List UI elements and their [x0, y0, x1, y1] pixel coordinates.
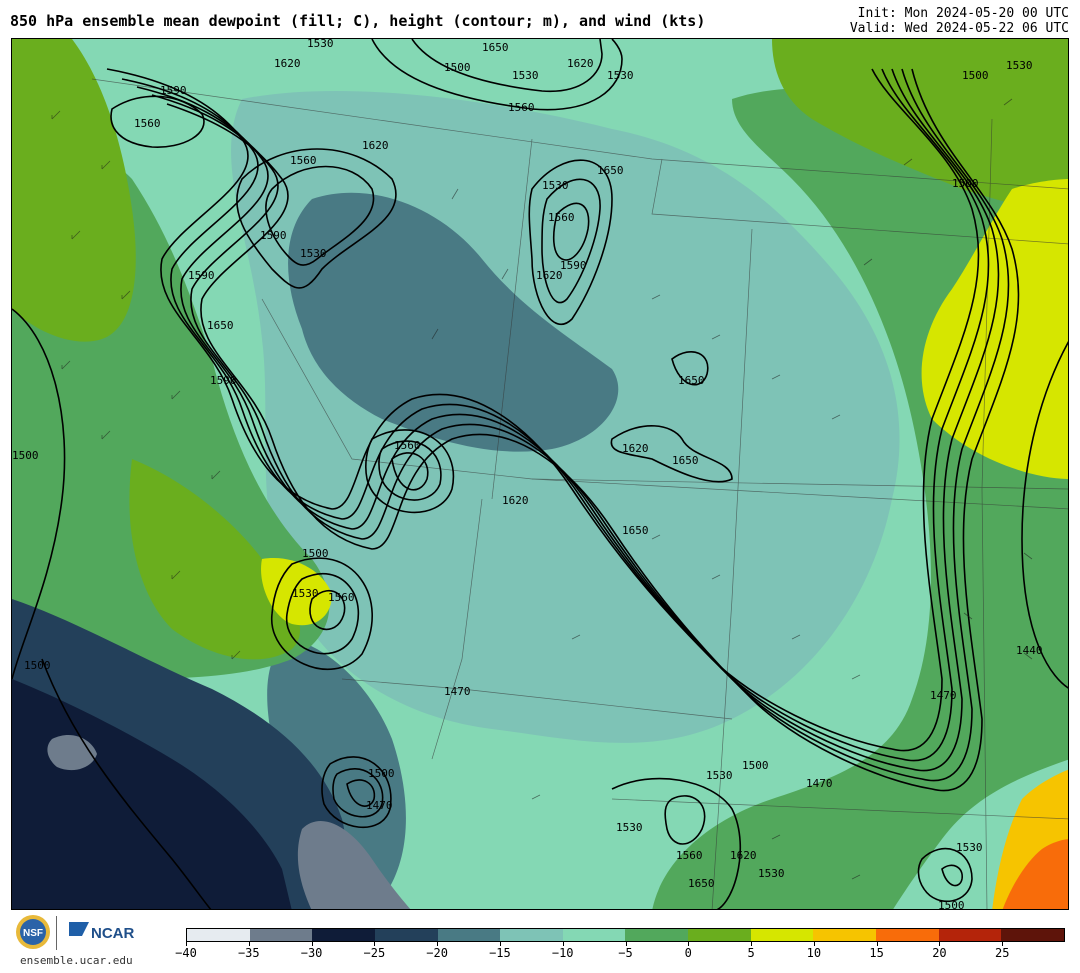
colorbar-segment: [374, 929, 438, 941]
colorbar-tick-label: 25: [994, 946, 1010, 960]
contour-label: 1560: [134, 117, 161, 130]
ncar-text: NCAR: [91, 925, 134, 942]
valid-time: Valid: Wed 2024-05-22 06 UTC: [849, 21, 1069, 36]
contour-label: 1440: [1016, 644, 1043, 657]
contour-label: 1620: [502, 494, 529, 507]
contour-label: 1470: [444, 685, 471, 698]
contour-label: 1500: [962, 69, 989, 82]
contour-label: 1500: [24, 659, 51, 672]
contour-label: 1500: [302, 547, 329, 560]
colorbar-segment: [312, 929, 375, 941]
contour-label: 1650: [678, 374, 705, 387]
colorbar-tick-label: 20: [932, 946, 947, 960]
contour-label: 1470: [366, 799, 393, 812]
colorbar-tick-label: −10: [551, 946, 574, 960]
contour-label: 1470: [930, 689, 957, 702]
contour-label: 1500: [12, 449, 39, 462]
colorbar-segment: [1001, 929, 1064, 941]
colorbar-tick-label: 15: [869, 946, 884, 960]
contour-label: 1620: [274, 57, 301, 70]
contour-label: 1560: [508, 101, 535, 114]
contour-label: 1650: [207, 319, 234, 332]
colorbar-tick-label: −25: [363, 946, 386, 960]
contour-label: 1560: [328, 591, 355, 604]
contour-label: 1620: [622, 442, 649, 455]
contour-label: 1530: [607, 69, 634, 82]
contour-label: 1530: [307, 39, 334, 50]
contour-label: 1560: [548, 211, 575, 224]
contour-label: 1650: [622, 524, 649, 537]
colorbar-tick-label: −5: [618, 946, 633, 960]
contour-label: 1650: [672, 454, 699, 467]
colorbar-tick-label: 10: [806, 946, 822, 960]
contour-label: 1620: [536, 269, 563, 282]
init-time: Init: Mon 2024-05-20 00 UTC: [857, 6, 1069, 21]
contour-label: 1650: [688, 877, 715, 890]
contour-label: 1620: [362, 139, 389, 152]
contour-label: 1530: [1006, 59, 1033, 72]
colorbar-tick-label: 5: [747, 946, 755, 960]
colorbar-tick-label: −35: [237, 946, 260, 960]
contour-label: 1590: [260, 229, 287, 242]
nsf-ncar-logo: NSF NCAR: [16, 915, 134, 950]
colorbar-segment: [187, 929, 250, 941]
colorbar-tick-label: −30: [300, 946, 323, 960]
contour-label: 1620: [730, 849, 757, 862]
colorbar-segment: [813, 929, 877, 941]
contour-label: 1500: [938, 899, 965, 910]
weather-map: 1590 1560 1620 1530 1650 1500 1530 1560 …: [11, 38, 1069, 910]
contour-label: 1590: [210, 374, 237, 387]
contour-label: 1500: [368, 767, 395, 780]
contour-label: 1590: [160, 84, 187, 97]
colorbar-segment: [876, 929, 939, 941]
contour-label: 1500: [444, 61, 471, 74]
contour-label: 1650: [482, 41, 509, 54]
colorbar-tick-label: −40: [175, 946, 197, 960]
ncar-mark-icon: [69, 922, 89, 936]
nsf-text: NSF: [23, 928, 43, 939]
contour-label: 1530: [512, 69, 539, 82]
contour-label: 1560: [676, 849, 703, 862]
contour-label: 1590: [188, 269, 215, 282]
contour-label: 1500: [742, 759, 769, 772]
contour-label: 1650: [597, 164, 624, 177]
contour-label: 1560: [290, 154, 317, 167]
colorbar-segment: [437, 929, 501, 941]
contour-label: 1500: [952, 177, 979, 190]
colorbar-segment: [938, 929, 1002, 941]
contour-label: 1530: [706, 769, 733, 782]
colorbar-segment: [249, 929, 313, 941]
colorbar-segment: [500, 929, 563, 941]
colorbar-segment: [562, 929, 626, 941]
contour-label: 1560: [394, 439, 421, 452]
contour-label: 1530: [956, 841, 983, 854]
colorbar-tick-label: 0: [684, 946, 692, 960]
contour-label: 1590: [560, 259, 587, 272]
contour-label: 1530: [758, 867, 785, 880]
colorbar-segment: [688, 929, 751, 941]
colorbar-tick-label: −20: [426, 946, 448, 960]
colorbar-segment: [750, 929, 814, 941]
site-url: ensemble.ucar.edu: [20, 954, 133, 967]
contour-label: 1530: [292, 587, 319, 600]
contour-label: 1620: [567, 57, 594, 70]
contour-label: 1470: [806, 777, 833, 790]
contour-label: 1530: [300, 247, 327, 260]
chart-title: 850 hPa ensemble mean dewpoint (fill; C)…: [10, 12, 706, 30]
contour-label: 1530: [616, 821, 643, 834]
contour-label: 1530: [542, 179, 569, 192]
map-svg: 1590 1560 1620 1530 1650 1500 1530 1560 …: [12, 39, 1068, 910]
colorbar: [186, 928, 1065, 942]
colorbar-tick-label: −15: [489, 946, 511, 960]
colorbar-segment: [625, 929, 689, 941]
